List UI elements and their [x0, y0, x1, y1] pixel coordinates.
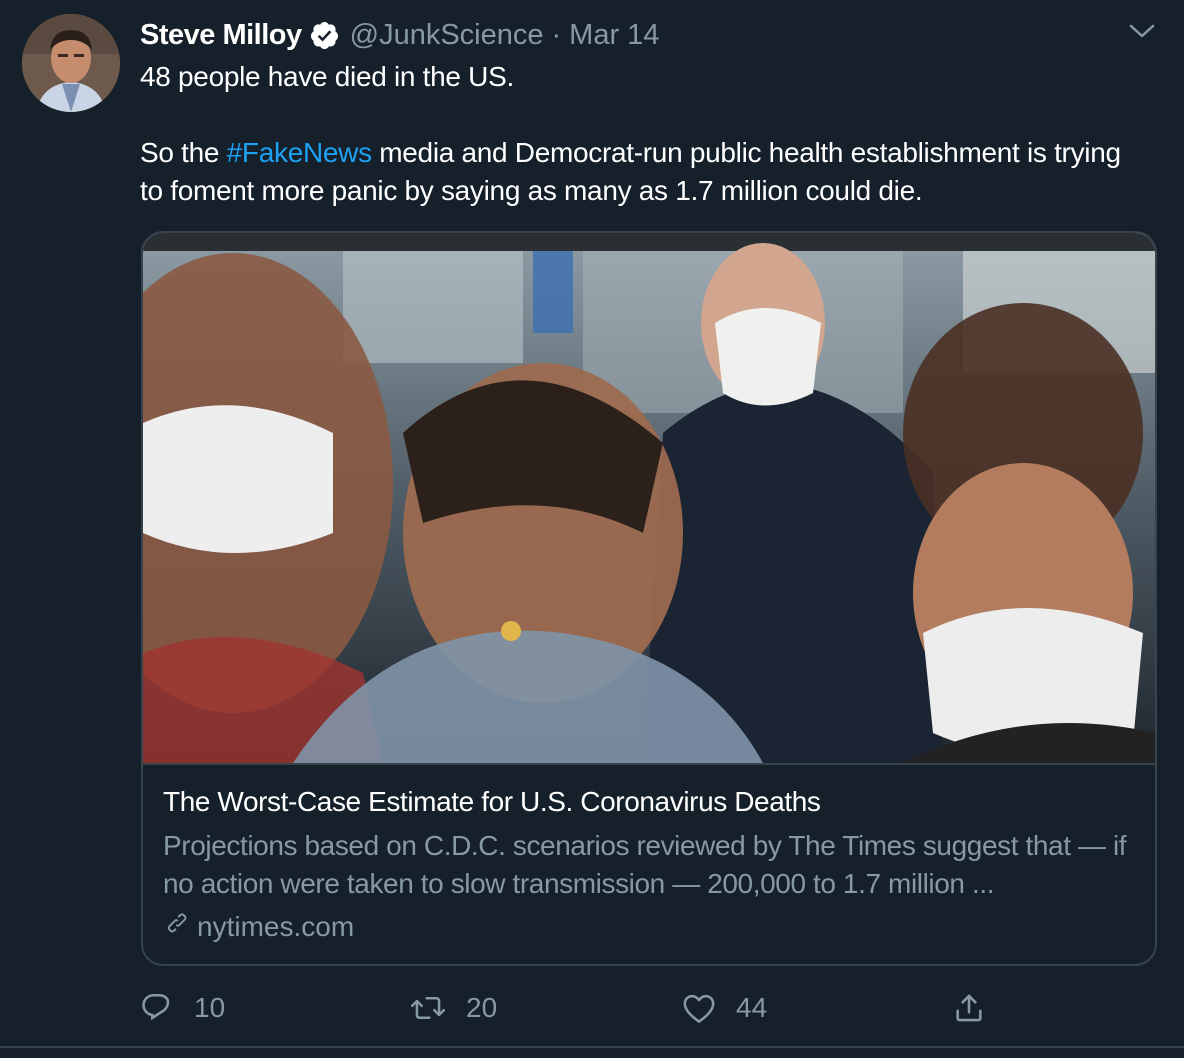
- reply-count: 10: [194, 992, 226, 1023]
- verified-badge-icon: [309, 20, 340, 51]
- link-preview-card[interactable]: The Worst-Case Estimate for U.S. Coronav…: [141, 231, 1157, 966]
- tweet-text-paragraph: So the #FakeNews media and Democrat-run …: [140, 134, 1150, 210]
- retweet-button[interactable]: 20: [410, 984, 497, 1032]
- share-button[interactable]: [952, 984, 1006, 1032]
- avatar[interactable]: [22, 14, 120, 112]
- tweet-header: Steve Milloy @JunkScience · Mar 14: [140, 15, 659, 55]
- tweet-actions: 10 20 44: [140, 984, 1040, 1032]
- like-count: 44: [736, 992, 768, 1023]
- hashtag-link[interactable]: #FakeNews: [227, 137, 372, 168]
- retweet-count: 20: [466, 992, 498, 1023]
- tweet-divider: [0, 1046, 1184, 1048]
- tweet-date[interactable]: Mar 14: [569, 19, 659, 52]
- card-domain-text: nytimes.com: [197, 910, 355, 942]
- tweet-text-line1: 48 people have died in the US.: [140, 61, 514, 92]
- author-handle[interactable]: @JunkScience: [350, 19, 544, 52]
- tweet-text: 48 people have died in the US. So the #F…: [140, 58, 1150, 210]
- reply-icon: [142, 993, 170, 1021]
- card-image[interactable]: [143, 233, 1155, 763]
- like-icon: [683, 994, 715, 1023]
- card-domain[interactable]: nytimes.com: [163, 908, 354, 945]
- card-title[interactable]: The Worst-Case Estimate for U.S. Coronav…: [163, 786, 821, 818]
- like-button[interactable]: 44: [682, 984, 767, 1032]
- card-divider: [143, 763, 1155, 765]
- link-icon: [163, 908, 197, 945]
- share-icon: [956, 994, 982, 1022]
- author-display-name[interactable]: Steve Milloy: [140, 19, 302, 52]
- retweet-icon: [410, 997, 446, 1019]
- card-description: Projections based on C.D.C. scenarios re…: [163, 830, 1127, 899]
- separator-dot: ·: [551, 18, 562, 51]
- tweet-text-before-hashtag: So the: [140, 137, 227, 168]
- reply-button[interactable]: 10: [140, 984, 225, 1032]
- tweet[interactable]: Steve Milloy @JunkScience · Mar 14 48 pe…: [0, 0, 1184, 1058]
- chevron-down-icon[interactable]: [1126, 18, 1158, 44]
